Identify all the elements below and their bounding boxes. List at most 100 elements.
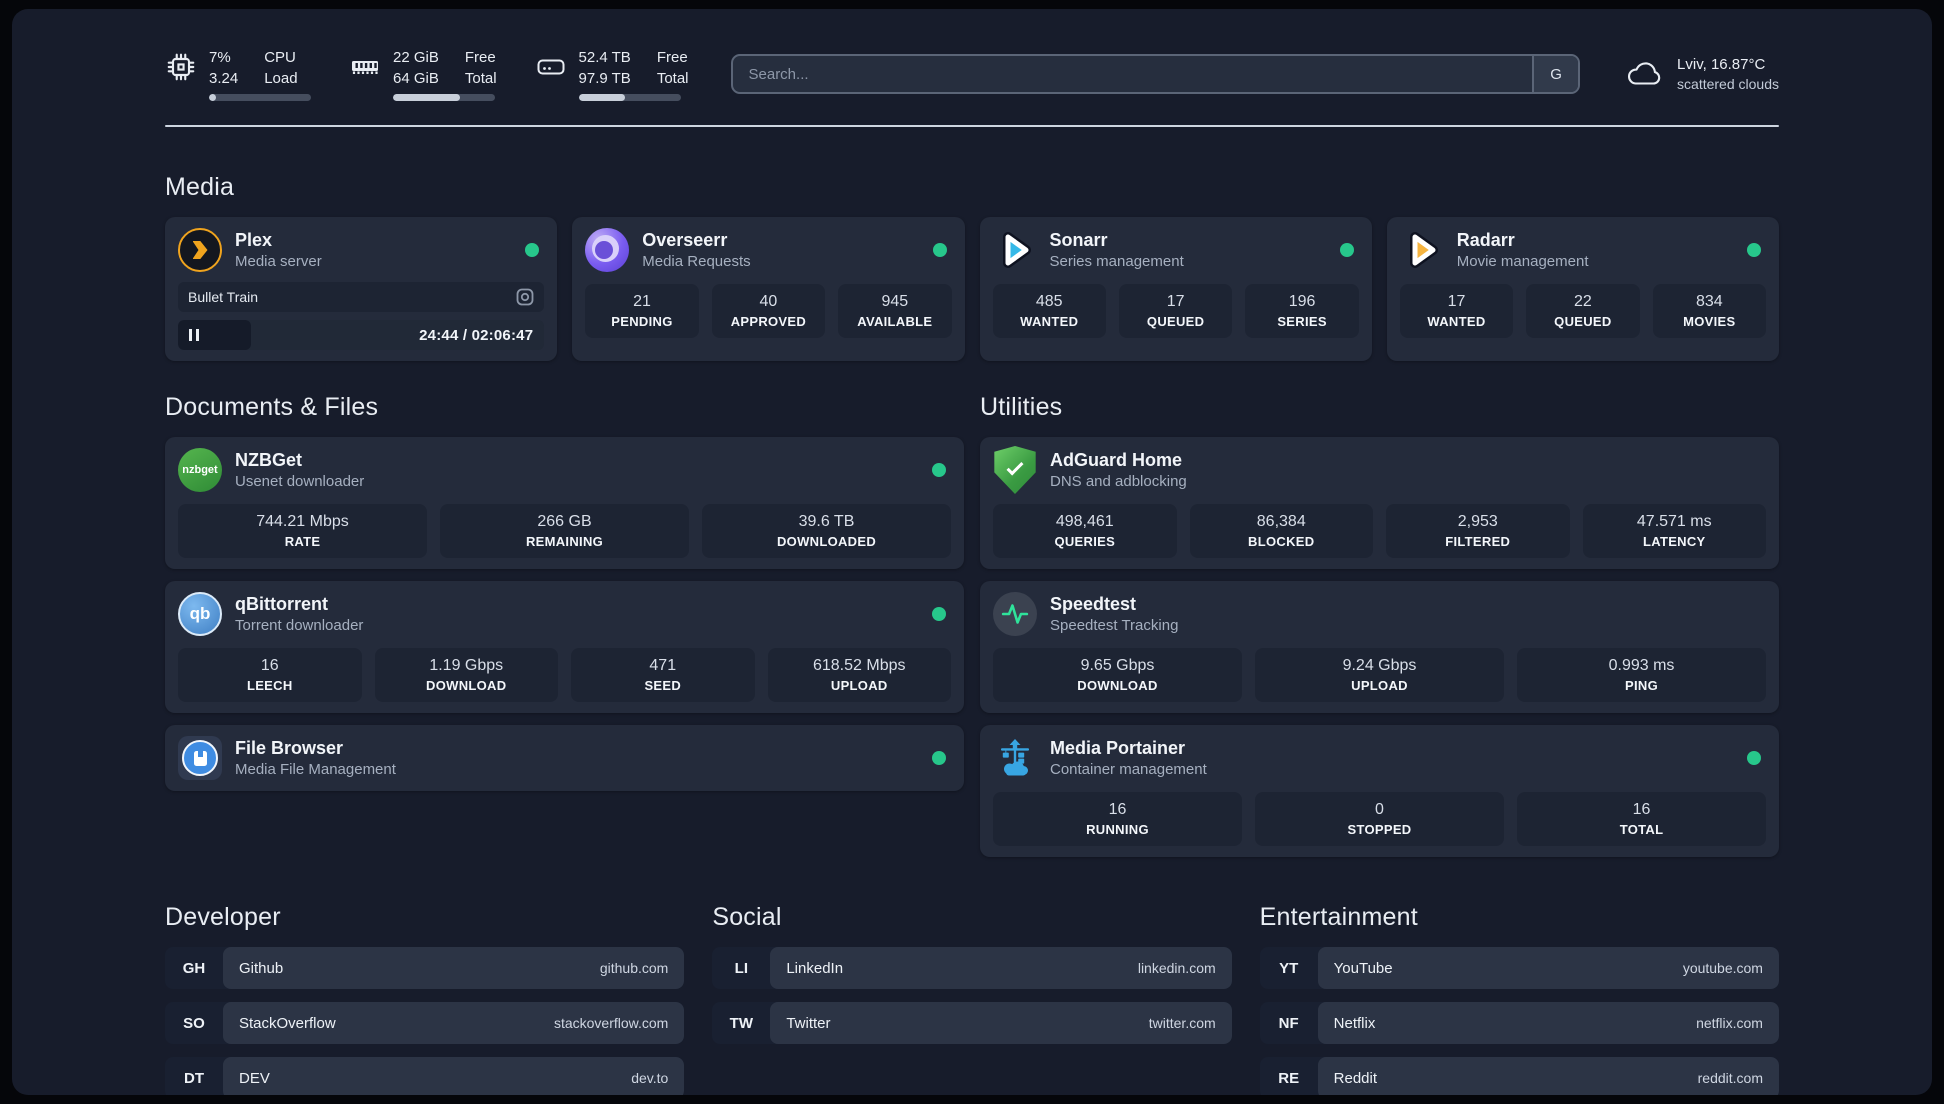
- status-online-dot: [932, 243, 947, 257]
- section-title-utilities: Utilities: [980, 393, 1063, 421]
- bookmark-group-developer: Developer GH Github github.com SO StackO…: [165, 903, 685, 1095]
- portainer-icon: [993, 736, 1037, 780]
- cpu-progress-bar: [209, 94, 311, 101]
- bookmark-url: twitter.com: [1148, 1015, 1216, 1031]
- service-card-plex[interactable]: Plex Media server Bullet Train 24:44 / 0: [165, 217, 558, 361]
- service-name: Speedtest: [1050, 594, 1137, 614]
- bookmark-abbr: TW: [729, 1014, 753, 1032]
- speedtest-icon: [993, 592, 1037, 636]
- bookmark-abbr: YT: [1279, 959, 1299, 977]
- service-card-sonarr[interactable]: Sonarr Series management 485 WANTED 17 Q…: [979, 217, 1372, 361]
- sonarr-icon: [993, 228, 1037, 272]
- bookmark-url: stackoverflow.com: [553, 1015, 669, 1031]
- service-card-overseerr[interactable]: Overseerr Media Requests 21 PENDING 40 A…: [572, 217, 965, 361]
- now-playing-bar: Bullet Train: [178, 282, 545, 312]
- service-description: Movie management: [1456, 253, 1589, 270]
- qbittorrent-icon: qb: [178, 592, 222, 636]
- bookmark-url: linkedin.com: [1137, 960, 1216, 976]
- memory-stat: 22 GiB 64 GiB Free Total: [349, 47, 497, 101]
- service-card-nzbget[interactable]: nzbget NZBGet Usenet downloader 744.21 M…: [165, 437, 964, 569]
- search-input[interactable]: [732, 65, 1533, 83]
- service-card-portainer[interactable]: Media Portainer Container management 16 …: [980, 725, 1779, 857]
- stat-tile-queries: 498,461 QUERIES: [993, 504, 1177, 558]
- storage-progress-bar: [578, 94, 681, 101]
- bookmark-name: Reddit: [1333, 1069, 1378, 1087]
- weather-condition: scattered clouds: [1677, 76, 1779, 92]
- stat-tile-upload: 618.52 Mbps UPLOAD: [767, 648, 951, 702]
- bookmark-name: Github: [239, 959, 284, 977]
- stat-tile-approved: 40 APPROVED: [711, 284, 826, 338]
- cpu-load-value: 3.24: [209, 70, 239, 87]
- stat-tile-filtered: 2,953 FILTERED: [1386, 504, 1570, 558]
- service-name: Overseerr: [642, 230, 728, 250]
- service-card-speedtest[interactable]: Speedtest Speedtest Tracking 9.65 Gbps D…: [980, 581, 1779, 713]
- bookmark-abbr: SO: [183, 1014, 205, 1032]
- cpu-stat: 7% 3.24 CPU Load: [165, 47, 311, 101]
- section-utilities: Utilities AdGuard Home DNS and adblockin…: [980, 393, 1779, 857]
- plex-icon: [178, 228, 222, 272]
- bookmark-name: Twitter: [786, 1014, 831, 1032]
- bookmark-twitter[interactable]: TW Twitter twitter.com: [712, 1002, 1232, 1044]
- cpu-usage-label: CPU: [264, 49, 296, 66]
- bookmark-abbr: RE: [1278, 1069, 1300, 1087]
- stat-tile-movies: 834 MOVIES: [1652, 284, 1767, 338]
- storage-free-value: 52.4 TB: [578, 49, 631, 66]
- bookmark-name: LinkedIn: [786, 959, 844, 977]
- section-title-developer: Developer: [165, 903, 281, 931]
- stat-tile-blocked: 86,384 BLOCKED: [1189, 504, 1373, 558]
- memory-icon: [352, 61, 378, 74]
- service-description: Torrent downloader: [235, 617, 364, 634]
- bookmark-url: github.com: [599, 960, 669, 976]
- stat-tile-wanted: 485 WANTED: [992, 284, 1106, 338]
- bookmark-name: Netflix: [1333, 1014, 1376, 1032]
- pause-icon[interactable]: [189, 329, 199, 341]
- storage-total-value: 97.9 TB: [578, 70, 631, 87]
- bookmark-group-social: Social LI LinkedIn linkedin.com TW Twitt…: [712, 903, 1232, 1095]
- bookmark-group-entertainment: Entertainment YT YouTube youtube.com NF …: [1259, 903, 1779, 1095]
- bookmark-stackoverflow[interactable]: SO StackOverflow stackoverflow.com: [165, 1002, 685, 1044]
- stat-tile-queued: 22 QUEUED: [1526, 284, 1640, 338]
- service-card-adguard[interactable]: AdGuard Home DNS and adblocking 498,461 …: [980, 437, 1779, 569]
- service-card-radarr[interactable]: Radarr Movie management 17 WANTED 22 QUE…: [1386, 217, 1779, 361]
- stat-tile-available: 945 AVAILABLE: [838, 284, 952, 338]
- service-name: AdGuard Home: [1050, 450, 1183, 470]
- header-divider: [165, 125, 1779, 127]
- bookmark-youtube[interactable]: YT YouTube youtube.com: [1259, 947, 1779, 989]
- service-card-filebrowser[interactable]: File Browser Media File Management: [165, 725, 964, 791]
- cpu-chip-icon: [167, 53, 195, 81]
- expand-icon[interactable]: [516, 288, 534, 306]
- service-description: DNS and adblocking: [1050, 473, 1187, 490]
- stat-tile-running: 16 RUNNING: [993, 792, 1242, 846]
- bookmark-github[interactable]: GH Github github.com: [165, 947, 685, 989]
- service-description: Series management: [1049, 253, 1184, 270]
- cpu-usage-value: 7%: [209, 49, 231, 66]
- bookmark-url: dev.to: [631, 1070, 669, 1086]
- section-title-entertainment: Entertainment: [1259, 903, 1418, 931]
- filebrowser-icon: [178, 736, 222, 780]
- storage-total-label: Total: [656, 70, 689, 87]
- search-provider-badge[interactable]: G: [1532, 56, 1579, 92]
- status-online-dot: [932, 463, 946, 477]
- stat-tile-remaining: 266 GB REMAINING: [440, 504, 689, 558]
- stat-tile-rate: 744.21 Mbps RATE: [178, 504, 427, 558]
- memory-total-label: Total: [464, 70, 497, 87]
- bookmark-name: StackOverflow: [239, 1014, 336, 1032]
- bookmark-name: YouTube: [1333, 959, 1393, 977]
- bookmark-linkedin[interactable]: LI LinkedIn linkedin.com: [712, 947, 1232, 989]
- service-description: Container management: [1050, 761, 1207, 778]
- search-bar[interactable]: G: [730, 54, 1581, 94]
- status-online-dot: [1747, 243, 1761, 257]
- service-name: Media Portainer: [1050, 738, 1186, 758]
- adguard-icon: [994, 446, 1036, 494]
- bookmark-dev[interactable]: DT DEV dev.to: [165, 1057, 685, 1095]
- service-card-qbittorrent[interactable]: qb qBittorrent Torrent downloader 16 LEE…: [165, 581, 964, 713]
- service-name: File Browser: [235, 738, 344, 758]
- dashboard: 7% 3.24 CPU Load 22 GiB 64 GiB Free Tota…: [12, 9, 1932, 1095]
- bookmark-abbr: NF: [1278, 1014, 1299, 1032]
- bookmark-reddit[interactable]: RE Reddit reddit.com: [1259, 1057, 1779, 1095]
- memory-free-label: Free: [464, 49, 496, 66]
- status-online-dot: [932, 751, 946, 765]
- bookmark-url: netflix.com: [1696, 1015, 1763, 1031]
- bookmark-netflix[interactable]: NF Netflix netflix.com: [1259, 1002, 1779, 1044]
- section-title-social: Social: [712, 903, 782, 931]
